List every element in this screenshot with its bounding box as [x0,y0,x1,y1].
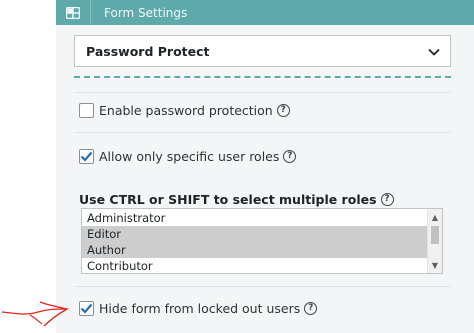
row-divider [74,132,451,133]
help-icon[interactable]: ? [276,104,290,117]
scroll-down-icon[interactable]: ▼ [428,259,442,271]
red-arrow-annotation [1,301,69,327]
enable-password-checkbox[interactable] [79,103,94,118]
row-divider [74,92,451,93]
section-select[interactable]: Password Protect [74,35,451,67]
form-settings-header: Form Settings [56,0,474,25]
grid-icon [56,0,91,25]
enable-password-row: Enable password protection ? [79,103,290,118]
chevron-down-icon [428,44,440,59]
help-icon[interactable]: ? [283,150,297,163]
specific-roles-label: Allow only specific user roles [99,149,280,164]
header-title: Form Settings [104,5,188,20]
checkmark-icon [80,303,93,314]
checkmark-icon [80,151,93,162]
section-select-value: Password Protect [86,43,210,59]
list-item[interactable]: Author [82,242,427,258]
row-divider [74,286,451,287]
help-icon[interactable]: ? [304,302,318,315]
hide-locked-checkbox[interactable] [79,301,94,316]
listbox-scrollbar[interactable]: ▲ ▼ [427,209,442,273]
scroll-up-icon[interactable]: ▲ [428,211,442,223]
list-item[interactable]: Editor [82,226,427,242]
roles-title: Use CTRL or SHIFT to select multiple rol… [79,192,394,207]
scroll-thumb[interactable] [431,226,439,244]
specific-roles-checkbox[interactable] [79,149,94,164]
help-icon[interactable]: ? [380,193,394,206]
roles-listbox[interactable]: Administrator Editor Author Contributor … [81,208,443,274]
list-item[interactable]: Administrator [82,210,427,226]
section-divider [74,76,451,78]
hide-locked-row: Hide form from locked out users ? [79,301,318,316]
enable-password-label: Enable password protection [99,103,273,118]
roles-title-label: Use CTRL or SHIFT to select multiple rol… [79,192,377,207]
list-item[interactable]: Contributor [82,258,427,273]
hide-locked-label: Hide form from locked out users [99,301,301,316]
specific-roles-row: Allow only specific user roles ? [79,149,297,164]
